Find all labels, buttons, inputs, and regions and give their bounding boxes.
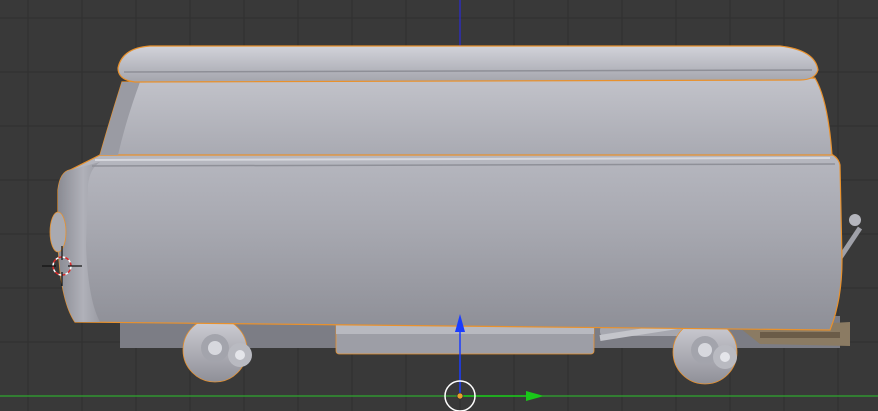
- object-origin-icon: [456, 392, 464, 400]
- van-roof: [117, 45, 819, 83]
- 3d-viewport[interactable]: [0, 0, 878, 411]
- van-lower-body: [57, 151, 843, 331]
- van-upper-body: [99, 77, 833, 156]
- van-mesh-object[interactable]: [49, 45, 863, 385]
- headlight: [49, 211, 67, 253]
- y-arrow-icon[interactable]: [526, 391, 544, 401]
- rear-wheel: [672, 319, 738, 385]
